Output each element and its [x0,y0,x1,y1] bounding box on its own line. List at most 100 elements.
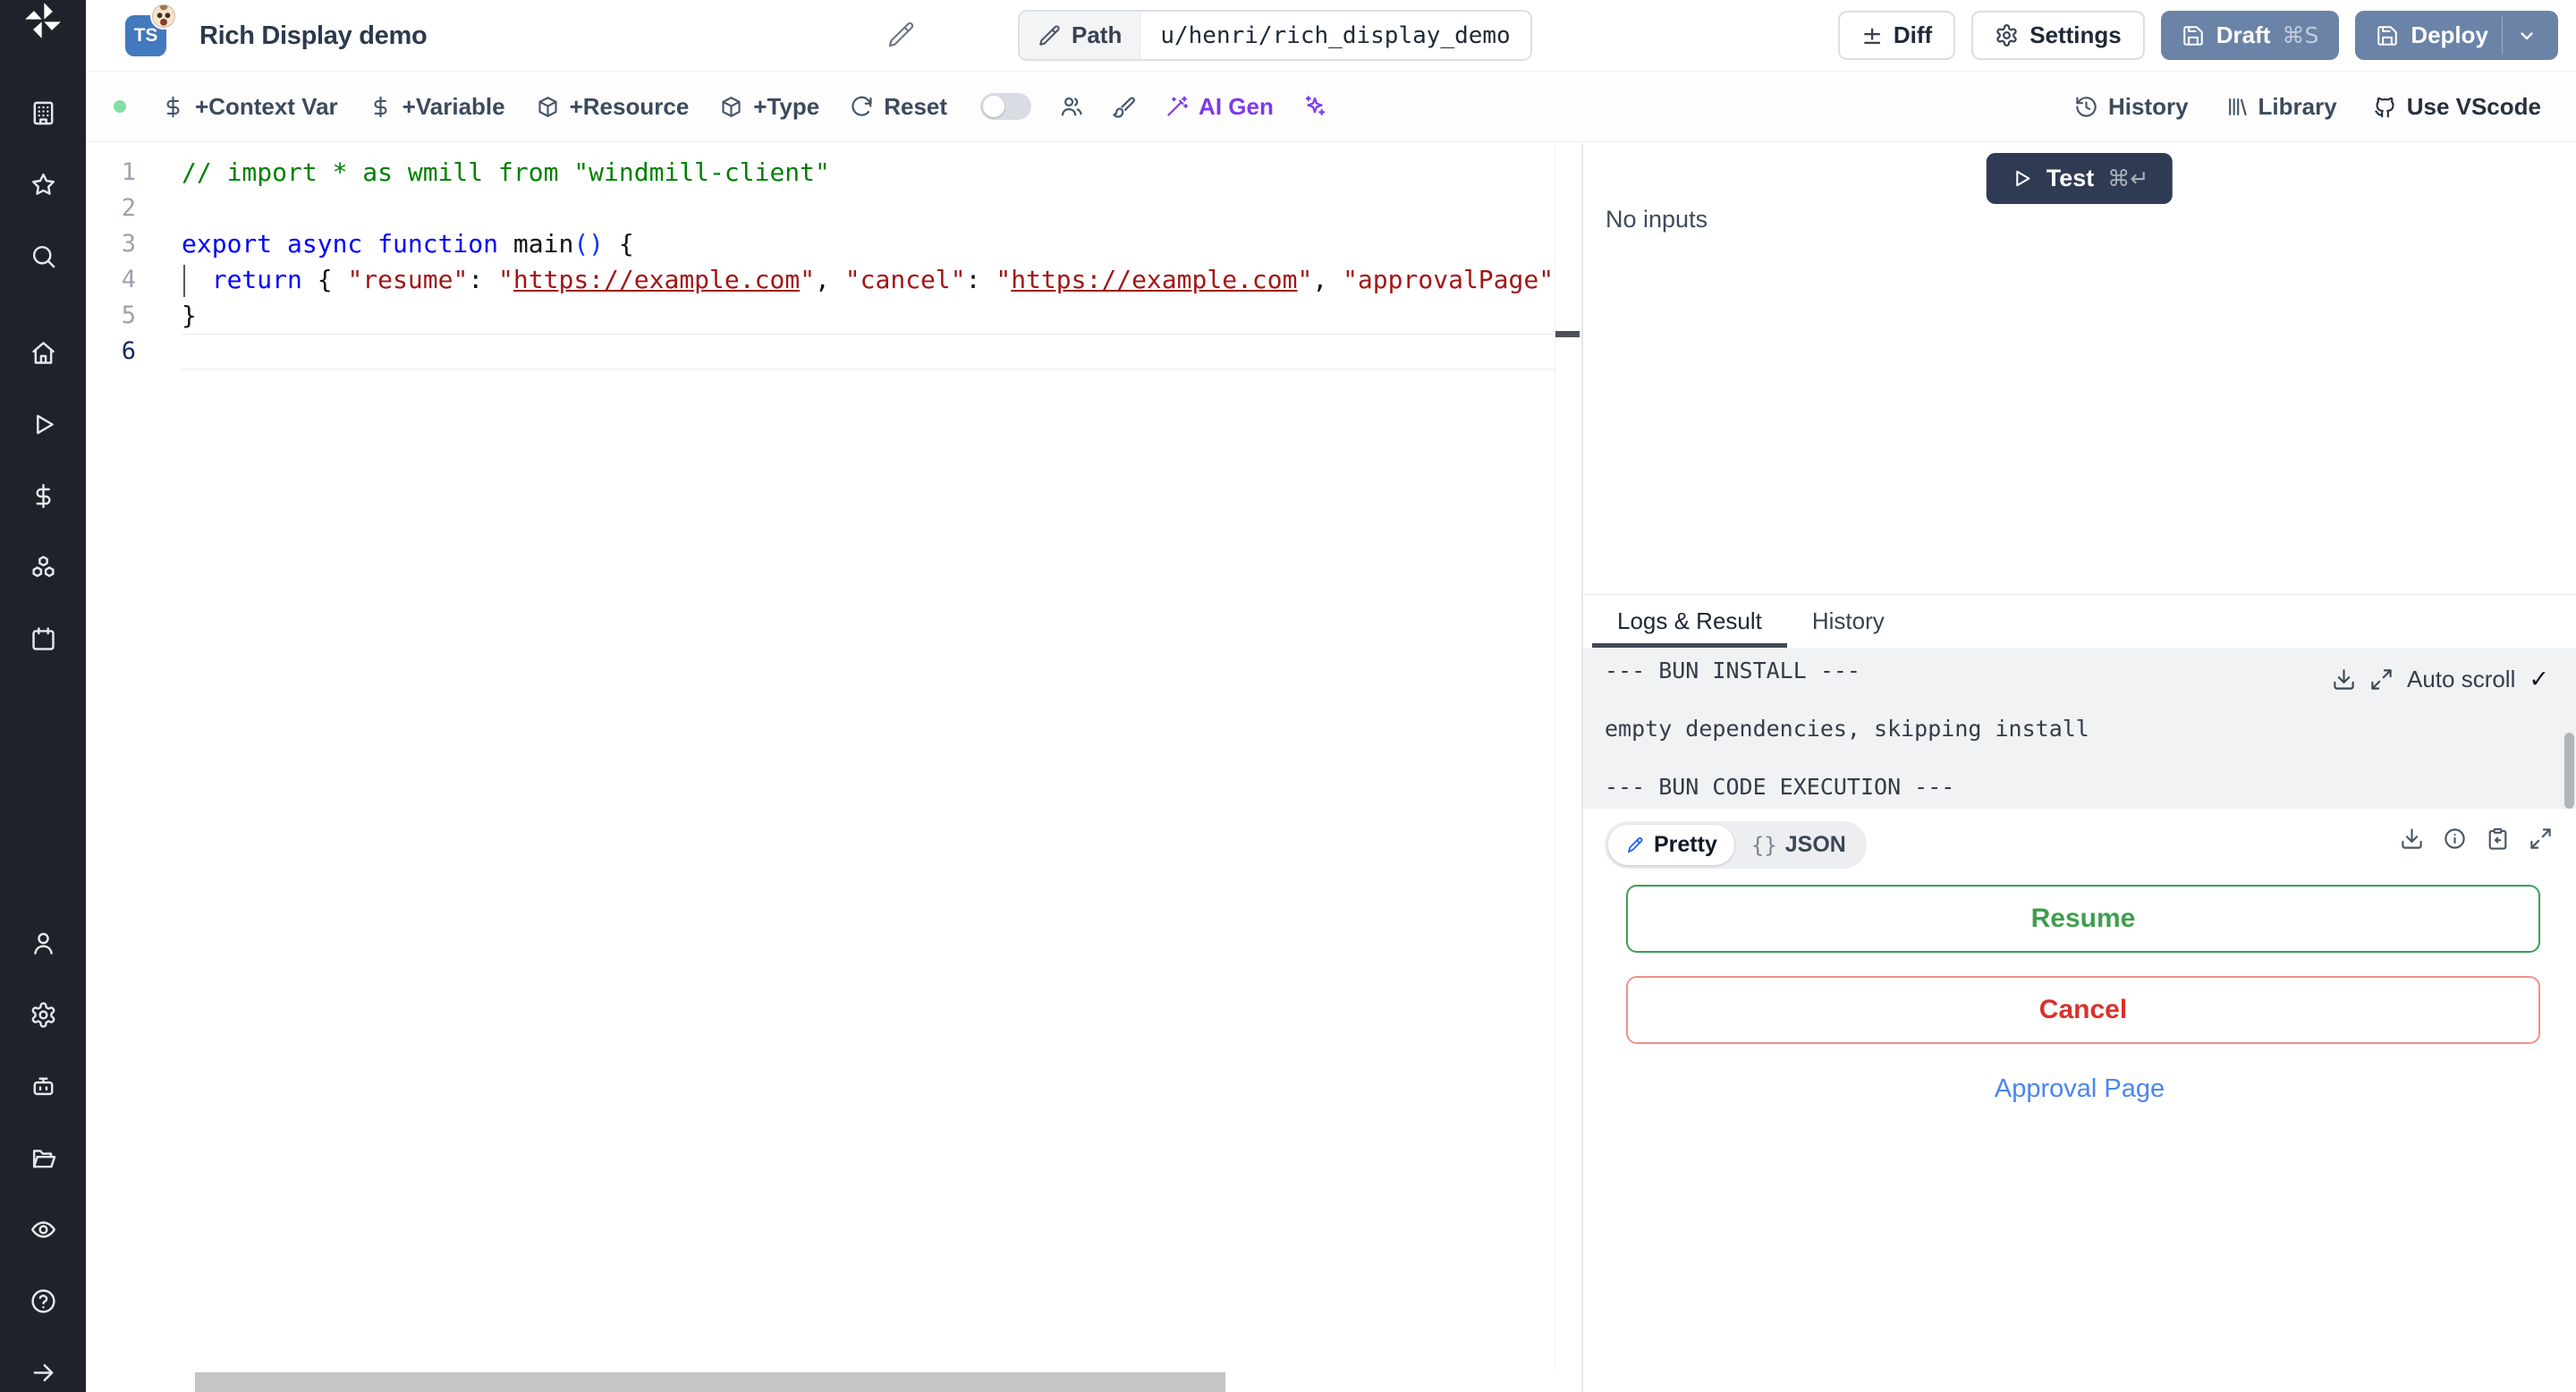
sidebar-item-users[interactable] [0,907,86,979]
plus-minus-icon: ± [1861,21,1883,50]
code-token: https://example.com [513,265,801,294]
pen-icon [1625,835,1646,855]
sidebar-item-schedules[interactable] [0,603,86,675]
users-icon [1059,94,1084,119]
no-inputs-text: No inputs [1606,206,1708,233]
toolbar-reset-button[interactable]: Reset [835,72,962,141]
copy-result-button[interactable] [2486,827,2510,851]
path-label-segment: Path [1020,12,1141,59]
sidebar-item-variables[interactable] [0,460,86,531]
code-token: main [513,229,574,259]
result-actions [2400,827,2553,851]
sidebar-item-audit-logs[interactable] [0,1193,86,1265]
use-vscode-button[interactable]: Use VScode [2358,72,2556,141]
toolbar-type-button[interactable]: +Type [704,72,835,141]
approval-page-link[interactable]: Approval Page [1583,1074,2576,1104]
code-line[interactable]: 1 // import * as wmill from "windmill-cli… [86,155,1581,191]
horizontal-scrollbar[interactable] [195,1372,1225,1392]
tab-history[interactable]: History [1787,595,1910,648]
multiplayer-button[interactable] [1046,72,1097,141]
expand-icon [2529,827,2553,851]
pretty-view-tab[interactable]: Pretty [1608,825,1734,865]
eye-icon [30,1216,57,1243]
sidebar-item-workers[interactable] [0,1050,86,1122]
code-token: " [498,265,513,294]
main-area: TS Rich Display demo Path u/henri/rich_d… [86,0,2576,1392]
arrow-right-icon [30,1359,57,1387]
chevron-down-icon[interactable] [2516,25,2538,47]
sidebar-item-home[interactable] [0,317,86,388]
code-token: " [996,265,1012,294]
code-token: " [1297,265,1313,294]
package-icon [719,95,743,119]
sidebar-item-help[interactable] [0,1265,86,1337]
deploy-button-divider [2502,16,2503,55]
code-line[interactable]: 2 [86,191,1581,226]
inputs-section: Test ⌘↵ No inputs [1583,143,2576,594]
sparkles-icon [1302,94,1327,119]
sidebar-item-settings[interactable] [0,979,86,1050]
code-token: () [573,229,605,259]
download-logs-button[interactable] [2332,667,2356,692]
format-code-button[interactable] [1097,72,1149,141]
draft-button[interactable]: Draft ⌘S [2160,11,2340,60]
path-control[interactable]: Path u/henri/rich_display_demo [1018,10,1532,61]
json-view-tab[interactable]: {} JSON [1734,825,1863,865]
sidebar-item-workspace[interactable] [0,77,86,149]
tab-logs-result[interactable]: Logs & Result [1592,595,1787,648]
language-badge-typescript: TS [125,3,177,56]
sidebar-item-runs[interactable] [0,388,86,460]
toolbar-resource-button[interactable]: +Resource [521,72,705,141]
calendar-icon [30,625,57,653]
paintbrush-icon [1111,94,1136,119]
deploy-button[interactable]: Deploy [2355,11,2558,60]
toolbar-variable-label: +Variable [402,92,505,120]
download-result-button[interactable] [2400,827,2424,851]
diff-button-label: Diff [1893,21,1933,48]
sidebar [0,0,86,1392]
expand-logs-button[interactable] [2369,667,2394,692]
download-icon [2332,667,2356,692]
toolbar-variable-button[interactable]: +Variable [353,72,521,141]
expand-result-button[interactable] [2529,827,2553,851]
edit-summary-button[interactable] [886,21,915,49]
ai-gen-button[interactable]: AI Gen [1149,72,1289,141]
code-line[interactable]: 5} [86,298,1581,334]
rotate-icon [850,95,874,119]
windmill-logo[interactable] [0,0,86,41]
settings-button[interactable]: Settings [1971,11,2145,60]
sidebar-item-expand-sidebar[interactable] [0,1337,86,1392]
library-button[interactable]: Library [2209,72,2352,141]
code-token: " [800,265,816,294]
resume-button[interactable]: Resume [1626,885,2540,953]
test-button[interactable]: Test ⌘↵ [1986,153,2174,204]
line-number: 6 [121,337,136,365]
code-line[interactable]: 6 [86,334,1581,369]
overview-ruler-mark [1555,331,1580,337]
diff-button[interactable]: ± Diff [1838,11,1956,60]
code-line[interactable]: 4 return { "resume": "https://example.co… [86,262,1581,298]
test-button-label: Test [2046,165,2095,191]
diff-preview-toggle[interactable] [980,93,1032,120]
sidebar-item-favorites[interactable] [0,149,86,220]
code-token: // import * as wmill from "windmill-clie… [182,157,830,187]
history-button[interactable]: History [2059,72,2204,141]
toolbar-right: History Library Use VScode [2059,72,2556,141]
robot-icon [30,1073,57,1100]
line-number: 4 [121,266,136,293]
star-icon [30,171,57,199]
toolbar-context-var-button[interactable]: +Context Var [146,72,353,141]
ai-sparkles-button[interactable] [1289,72,1341,141]
pretty-view-label: Pretty [1654,832,1717,857]
logs-scrollbar[interactable] [2564,733,2574,809]
auto-scroll-checkbox[interactable]: ✓ [2529,666,2549,693]
sidebar-item-folders[interactable] [0,1122,86,1193]
cancel-button[interactable]: Cancel [1626,976,2540,1044]
sidebar-item-search[interactable] [0,220,86,292]
code-line[interactable]: 3 export async function main() { [86,226,1581,262]
sidebar-item-resources[interactable] [0,531,86,603]
result-info-button[interactable] [2443,827,2467,851]
code-editor[interactable]: 1 // import * as wmill from "windmill-cli… [86,143,1581,1392]
